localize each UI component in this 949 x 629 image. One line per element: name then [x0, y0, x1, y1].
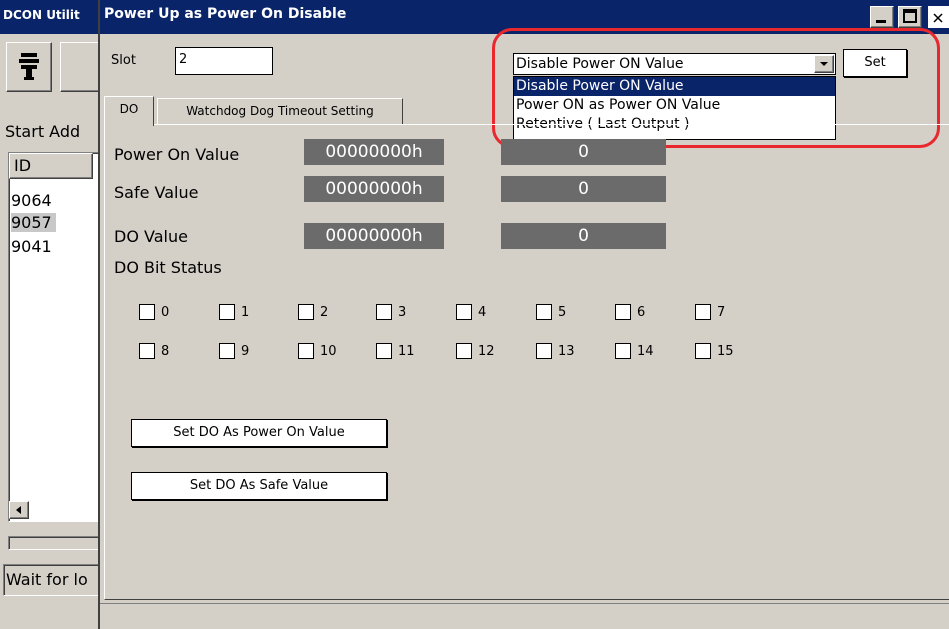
do-bit-status-label: DO Bit Status [114, 258, 222, 277]
slot-label: Slot [111, 53, 136, 68]
maximize-icon [903, 9, 917, 23]
list-header-id[interactable]: ID [9, 153, 93, 179]
checkbox-box[interactable] [376, 304, 392, 320]
do-value-hex: 00000000h [304, 223, 444, 249]
arrow-left-icon [16, 506, 21, 514]
do-value-dec: 0 [501, 223, 666, 249]
checkbox-box[interactable] [456, 343, 472, 359]
bit-label: 0 [161, 304, 170, 320]
bit-checkbox-7[interactable]: 7 [695, 304, 725, 320]
checkbox-box[interactable] [456, 304, 472, 320]
checkbox-box[interactable] [536, 343, 552, 359]
bit-label: 9 [241, 343, 250, 359]
set-do-as-safe-button[interactable]: Set DO As Safe Value [131, 472, 387, 500]
status-text: Wait for lo [6, 570, 88, 589]
toolbar-button[interactable] [6, 42, 52, 92]
bit-checkbox-14[interactable]: 14 [615, 343, 654, 359]
scrollbar-left-button[interactable] [9, 501, 29, 519]
bit-checkbox-11[interactable]: 11 [376, 343, 415, 359]
bit-checkbox-12[interactable]: 12 [456, 343, 495, 359]
bit-checkbox-5[interactable]: 5 [536, 304, 566, 320]
bit-checkbox-13[interactable]: 13 [536, 343, 575, 359]
bit-label: 7 [717, 304, 726, 320]
background-window-title: DCON Utilit [0, 0, 100, 34]
module-list[interactable]: ID 9064 9057 9041 [8, 152, 100, 522]
device-icon [19, 53, 39, 80]
bit-label: 6 [637, 304, 646, 320]
bit-label: 4 [478, 304, 487, 320]
list-item[interactable]: 9064 [11, 191, 52, 210]
power-on-label: Power On Value [114, 145, 240, 164]
bit-checkbox-4[interactable]: 4 [456, 304, 486, 320]
power-on-dec: 0 [501, 139, 666, 165]
checkbox-box[interactable] [298, 304, 314, 320]
bit-label: 10 [320, 343, 337, 359]
dialog-title: Power Up as Power On Disable [104, 6, 347, 22]
bit-checkbox-10[interactable]: 10 [298, 343, 337, 359]
bit-label: 14 [637, 343, 654, 359]
checkbox-box[interactable] [219, 343, 235, 359]
list-item[interactable]: 9041 [11, 237, 52, 256]
maximize-button[interactable] [898, 6, 922, 28]
bit-checkbox-15[interactable]: 15 [695, 343, 734, 359]
safe-value-dec: 0 [501, 176, 666, 202]
bit-label: 13 [558, 343, 575, 359]
bit-checkbox-2[interactable]: 2 [298, 304, 328, 320]
bit-checkbox-8[interactable]: 8 [139, 343, 169, 359]
progress-bar [8, 536, 100, 550]
bit-checkbox-0[interactable]: 0 [139, 304, 169, 320]
bit-label: 8 [161, 343, 170, 359]
checkbox-box[interactable] [298, 343, 314, 359]
dialog-window: Power Up as Power On Disable Slot 2 Disa… [98, 0, 949, 629]
do-value-label: DO Value [114, 227, 188, 246]
power-on-hex: 00000000h [304, 139, 444, 165]
close-button[interactable] [928, 6, 949, 28]
tab-watchdog[interactable]: Watchdog Dog Timeout Setting [157, 98, 403, 124]
tab-do[interactable]: DO [104, 96, 154, 126]
slot-input[interactable]: 2 [175, 47, 273, 75]
dialog-status-bar [100, 603, 949, 629]
minimize-icon [876, 20, 886, 23]
checkbox-box[interactable] [615, 304, 631, 320]
bit-checkbox-3[interactable]: 3 [376, 304, 406, 320]
bit-label: 12 [478, 343, 495, 359]
close-icon [933, 13, 943, 23]
bit-label: 5 [558, 304, 567, 320]
bit-label: 1 [241, 304, 250, 320]
bit-label: 11 [398, 343, 415, 359]
checkbox-box[interactable] [695, 343, 711, 359]
bit-label: 15 [717, 343, 734, 359]
checkbox-box[interactable] [536, 304, 552, 320]
start-address-label: Start Add [5, 122, 81, 141]
bit-checkbox-9[interactable]: 9 [219, 343, 249, 359]
list-item[interactable]: 9057 [11, 213, 56, 232]
safe-value-hex: 00000000h [304, 176, 444, 202]
safe-value-label: Safe Value [114, 183, 199, 202]
checkbox-box[interactable] [695, 304, 711, 320]
bit-checkbox-6[interactable]: 6 [615, 304, 645, 320]
checkbox-box[interactable] [376, 343, 392, 359]
checkbox-box[interactable] [139, 343, 155, 359]
background-window: DCON Utilit Start Add ID 9064 9057 9041 … [0, 0, 100, 629]
set-do-as-power-on-button[interactable]: Set DO As Power On Value [131, 419, 387, 447]
toolbar-button-2[interactable] [60, 42, 100, 92]
checkbox-box[interactable] [615, 343, 631, 359]
checkbox-box[interactable] [219, 304, 235, 320]
minimize-button[interactable] [870, 6, 894, 28]
bit-checkbox-1[interactable]: 1 [219, 304, 249, 320]
bit-label: 2 [320, 304, 329, 320]
bit-label: 3 [398, 304, 407, 320]
checkbox-box[interactable] [139, 304, 155, 320]
